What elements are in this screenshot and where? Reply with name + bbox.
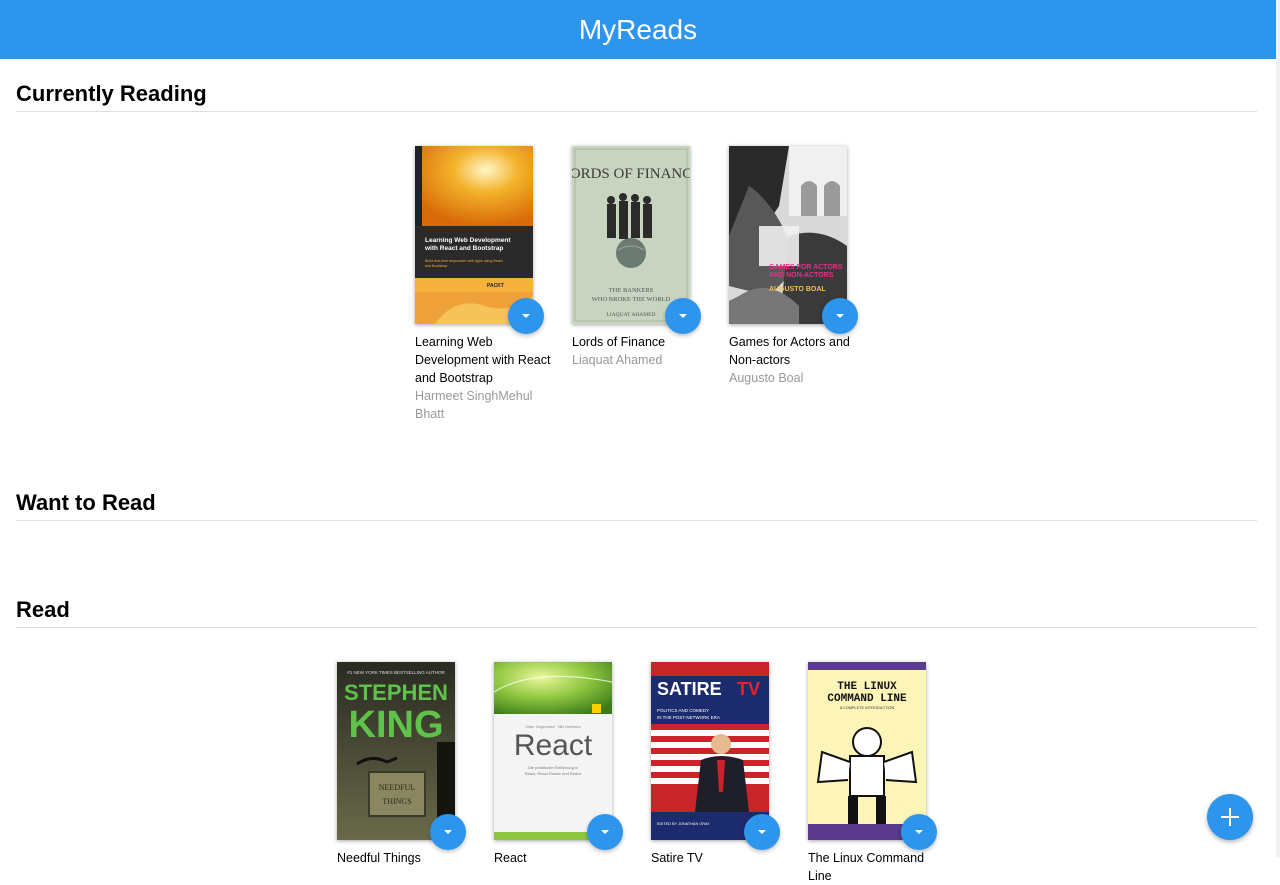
cover-subtitle: THE BANKERS [609, 287, 654, 294]
cover-title-line: NEEDFUL [379, 783, 416, 792]
book-cover[interactable]: Learning Web Development with React and … [415, 146, 533, 324]
cover-publisher: PACKT [487, 283, 504, 289]
scrollbar[interactable] [1276, 0, 1280, 857]
book-cover[interactable]: GAMES FOR ACTORS AND NON-ACTORS AUGUSTO … [729, 146, 847, 324]
caret-down-icon [758, 830, 766, 834]
shelf-title-read: Read [16, 597, 1257, 628]
cover-title-line: GAMES FOR ACTORS [769, 264, 843, 271]
cover-title-1: SATIRE [657, 679, 722, 699]
book-authors: Harmeet SinghMehul Bhatt [415, 389, 533, 421]
book-cover[interactable]: LORDS OF FINANCE THE BANKERS WHO BROKE T… [572, 146, 690, 324]
cover-title-line: Learning Web Development [425, 237, 511, 244]
caret-down-icon [522, 314, 530, 318]
book-title-text: React [494, 851, 527, 865]
shelf-title-currently-reading: Currently Reading [16, 81, 1257, 112]
book-title: The Linux Command Line [808, 849, 948, 885]
cover-subtitle: WHO BROKE THE WORLD [592, 296, 671, 303]
plus-icon [1229, 808, 1231, 826]
shelf-changer-button[interactable] [901, 814, 937, 850]
book-title: Games for Actors and Non-actors Augusto … [729, 333, 869, 387]
caret-down-icon [444, 830, 452, 834]
app-header: MyReads [0, 0, 1276, 59]
book-title-text: Lords of Finance [572, 335, 666, 349]
cover-title-line: THINGS [382, 797, 411, 806]
cover-subtitle: Die praktische Einführung in [528, 765, 578, 770]
cover-title-1: THE LINUX [837, 681, 897, 693]
shelf-title-want-to-read: Want to Read [16, 490, 1257, 521]
book-title: Satire TV [651, 849, 791, 867]
cover-author-first: STEPHEN [344, 680, 448, 705]
book-title: Learning Web Development with React and … [415, 333, 555, 423]
book-title: React [494, 849, 634, 867]
cover-subtitle: Build real-time responsive web apps usin… [425, 259, 503, 263]
book-authors: Liaquat Ahamed [572, 353, 663, 367]
shelf-changer-button[interactable] [587, 814, 623, 850]
shelf-changer-button[interactable] [665, 298, 701, 334]
cover-author: AUGUSTO BOAL [769, 286, 826, 293]
cover-title-2: TV [737, 679, 760, 699]
caret-down-icon [601, 830, 609, 834]
app-title: MyReads [578, 13, 698, 45]
shelf-changer-button[interactable] [744, 814, 780, 850]
add-book-button[interactable] [1207, 794, 1253, 840]
book-cover[interactable]: Oliver Zeigermann · Nils Hartmann React … [494, 662, 612, 840]
shelf-changer-button[interactable] [822, 298, 858, 334]
cover-title-line: AND NON-ACTORS [769, 272, 834, 279]
cover-title-2: COMMAND LINE [827, 693, 907, 705]
book-cover[interactable]: SATIRE TV POLITICS AND COMEDY IN THE POS… [651, 662, 769, 840]
cover-title: LORDS OF FINANCE [572, 166, 690, 182]
book-cover[interactable]: #1 NEW YORK TIMES BESTSELLING AUTHOR STE… [337, 662, 455, 840]
cover-author: LIAQUAT AHAMED [607, 312, 656, 318]
cover-title-line: with React and Bootstrap [424, 245, 503, 252]
cover-title: React [514, 729, 593, 762]
book-cover[interactable]: THE LINUX COMMAND LINE A COMPLETE INTROD… [808, 662, 926, 840]
cover-subtitle: IN THE POST-NETWORK ERA [657, 715, 720, 720]
caret-down-icon [679, 314, 687, 318]
cover-editors: EDITED BY JONATHAN GRAY [657, 822, 710, 826]
cover-subtitle: React, React Router und Redux [525, 771, 582, 776]
caret-down-icon [915, 830, 923, 834]
book-title-text: Satire TV [651, 851, 703, 865]
cover-subtitle: A COMPLETE INTRODUCTION [840, 706, 895, 710]
book-title-text: The Linux Command Line [808, 851, 925, 883]
book-title-text: Games for Actors and Non-actors [729, 335, 850, 367]
cover-tagline: #1 NEW YORK TIMES BESTSELLING AUTHOR [347, 670, 445, 675]
book-title: Needful Things [337, 849, 477, 867]
cover-subtitle: POLITICS AND COMEDY [657, 708, 709, 713]
book-authors: Augusto Boal [729, 371, 804, 385]
book-title-text: Learning Web Development with React and … [415, 335, 551, 385]
book-title-text: Needful Things [337, 851, 421, 865]
cover-subtitle: and Bootstrap [425, 264, 447, 268]
book-title: Lords of Finance Liaquat Ahamed [572, 333, 712, 369]
shelf-changer-button[interactable] [430, 814, 466, 850]
shelf-changer-button[interactable] [508, 298, 544, 334]
caret-down-icon [836, 314, 844, 318]
cover-author-last: KING [349, 704, 444, 746]
